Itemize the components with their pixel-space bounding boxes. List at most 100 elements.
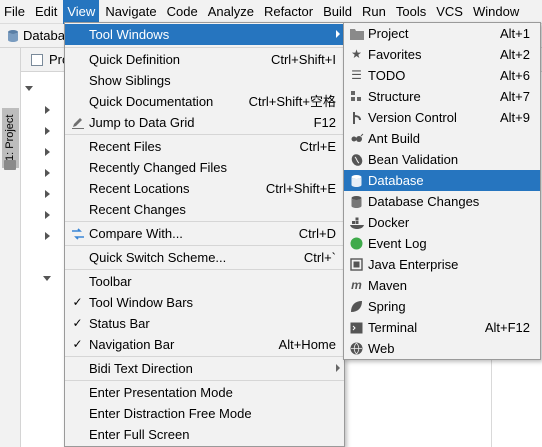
tool-window-version-control[interactable]: Version Control Alt+9 (344, 107, 540, 128)
menu-item-tool-windows[interactable]: Tool Windows (65, 24, 344, 45)
menu-item-tool-window-bars[interactable]: ✓ Tool Window Bars (65, 292, 344, 313)
menu-item-bidi-text-direction[interactable]: Bidi Text Direction (65, 358, 344, 379)
menu-item-label: Status Bar (89, 316, 150, 331)
menu-build[interactable]: Build (319, 0, 356, 24)
collapse-arrow-icon[interactable] (45, 190, 50, 198)
breadcrumb[interactable]: Databa (6, 28, 65, 43)
menu-item-label: Recently Changed Files (89, 160, 228, 175)
menu-window[interactable]: Window (469, 0, 523, 24)
pencil-icon (70, 115, 85, 130)
shortcut-label: Ctrl+D (298, 226, 336, 241)
collapse-arrow-icon[interactable] (45, 106, 50, 114)
menu-navigate[interactable]: Navigate (101, 0, 160, 24)
tool-window-spring[interactable]: Spring (344, 296, 540, 317)
menu-item-label: Spring (368, 299, 406, 314)
menu-item-label: Enter Full Screen (89, 427, 190, 442)
database-icon (8, 29, 18, 42)
tool-window-event-log[interactable]: Event Log (344, 233, 540, 254)
checkmark-icon: ✓ (72, 316, 83, 330)
menu-item-navigation-bar[interactable]: ✓ Navigation Bar Alt+Home (65, 334, 344, 355)
submenu-arrow-icon (336, 364, 340, 372)
tool-window-web[interactable]: Web (344, 338, 540, 359)
shortcut-label: Ctrl+Shift+空格 (248, 94, 336, 109)
menu-item-label: Event Log (368, 236, 427, 251)
menu-item-label: Navigation Bar (89, 337, 175, 352)
menu-item-label: Quick Definition (89, 52, 181, 67)
menu-separator (65, 269, 344, 270)
expand-arrow-icon[interactable] (25, 86, 33, 91)
menu-item-distraction-free-mode[interactable]: Enter Distraction Free Mode (65, 403, 344, 424)
event-log-icon (349, 236, 364, 251)
shortcut-label: Alt+6 (500, 68, 530, 83)
maven-icon: m (351, 278, 362, 292)
menu-item-label: Jump to Data Grid (89, 115, 195, 130)
tool-window-java-enterprise[interactable]: Java Enterprise (344, 254, 540, 275)
menu-view[interactable]: View (63, 0, 100, 24)
terminal-icon (349, 320, 364, 335)
tool-window-favorites[interactable]: ★ Favorites Alt+2 (344, 44, 540, 65)
menu-separator (65, 47, 344, 48)
checkmark-icon: ✓ (72, 337, 83, 351)
shortcut-label: Ctrl+` (303, 250, 336, 265)
menu-item-label: Web (368, 341, 395, 356)
menu-item-jump-to-data-grid[interactable]: Jump to Data Grid F12 (65, 112, 344, 133)
menu-item-label: Tool Window Bars (89, 295, 194, 310)
tool-window-todo[interactable]: ☰ TODO Alt+6 (344, 65, 540, 86)
menu-item-quick-documentation[interactable]: Quick Documentation Ctrl+Shift+空格 (65, 91, 344, 112)
menu-item-quick-definition[interactable]: Quick Definition Ctrl+Shift+I (65, 49, 344, 70)
collapse-arrow-icon[interactable] (45, 148, 50, 156)
menu-item-label: Recent Files (89, 139, 162, 154)
docker-icon (349, 215, 364, 230)
shortcut-label: F12 (313, 115, 336, 130)
shortcut-label: Ctrl+E (299, 139, 336, 154)
tool-window-bean-validation[interactable]: Bean Validation (344, 149, 540, 170)
tool-window-ant-build[interactable]: Ant Build (344, 128, 540, 149)
menu-item-recent-files[interactable]: Recent Files Ctrl+E (65, 136, 344, 157)
menu-run[interactable]: Run (358, 0, 390, 24)
project-tab[interactable]: 1: Project (2, 108, 19, 168)
menu-file[interactable]: File (0, 0, 29, 24)
menu-item-label: Bidi Text Direction (89, 361, 193, 376)
menu-item-compare-with[interactable]: Compare With... Ctrl+D (65, 223, 344, 244)
expand-arrow-icon[interactable] (43, 276, 51, 281)
tool-window-maven[interactable]: m Maven (344, 275, 540, 296)
tool-window-database[interactable]: Database (344, 170, 540, 191)
tool-window-strip: 1: Project (0, 48, 21, 447)
tool-window-project[interactable]: Project Alt+1 (344, 23, 540, 44)
collapse-arrow-icon[interactable] (45, 127, 50, 135)
spring-icon (349, 299, 364, 314)
menu-tools[interactable]: Tools (392, 0, 430, 24)
tool-window-docker[interactable]: Docker (344, 212, 540, 233)
menu-item-label: Project (368, 26, 409, 41)
menu-item-label: Docker (368, 215, 410, 230)
collapse-arrow-icon[interactable] (45, 169, 50, 177)
project-icon (31, 54, 43, 66)
menu-vcs[interactable]: VCS (432, 0, 467, 24)
menu-item-recently-changed-files[interactable]: Recently Changed Files (65, 157, 344, 178)
menu-item-show-siblings[interactable]: Show Siblings (65, 70, 344, 91)
collapse-arrow-icon[interactable] (45, 211, 50, 219)
menu-refactor[interactable]: Refactor (260, 0, 317, 24)
menu-item-label: Quick Documentation (89, 94, 214, 109)
menu-analyze[interactable]: Analyze (204, 0, 258, 24)
menu-item-full-screen[interactable]: Enter Full Screen (65, 424, 344, 445)
menu-item-status-bar[interactable]: ✓ Status Bar (65, 313, 344, 334)
menu-item-recent-locations[interactable]: Recent Locations Ctrl+Shift+E (65, 178, 344, 199)
menu-item-quick-switch-scheme[interactable]: Quick Switch Scheme... Ctrl+` (65, 247, 344, 268)
menu-item-label: Favorites (368, 47, 422, 62)
database-changes-icon (349, 194, 364, 209)
tool-window-database-changes[interactable]: Database Changes (344, 191, 540, 212)
menu-item-toolbar[interactable]: Toolbar (65, 271, 344, 292)
menu-code[interactable]: Code (163, 0, 202, 24)
menu-item-recent-changes[interactable]: Recent Changes (65, 199, 344, 220)
tool-window-structure[interactable]: Structure Alt+7 (344, 86, 540, 107)
shortcut-label: Alt+1 (500, 26, 530, 41)
menu-item-label: Tool Windows (89, 27, 170, 42)
menu-edit[interactable]: Edit (31, 0, 61, 24)
list-icon: ☰ (351, 68, 362, 82)
menu-item-label: Java Enterprise (368, 257, 459, 272)
collapse-arrow-icon[interactable] (45, 232, 50, 240)
menu-item-presentation-mode[interactable]: Enter Presentation Mode (65, 382, 344, 403)
tool-window-terminal[interactable]: Terminal Alt+F12 (344, 317, 540, 338)
bean-icon (349, 152, 364, 167)
